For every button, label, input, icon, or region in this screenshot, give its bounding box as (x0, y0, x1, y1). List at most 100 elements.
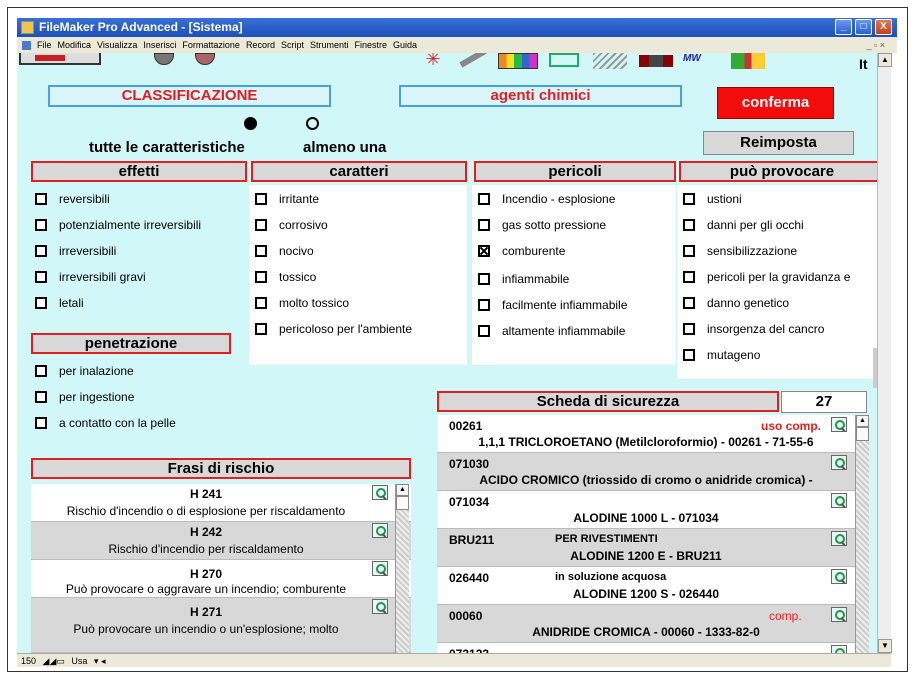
list-icon[interactable] (549, 53, 579, 67)
checkbox[interactable] (35, 297, 47, 309)
checkbox[interactable] (35, 365, 47, 377)
zoom-controls-icon[interactable]: ◢◢▭ (43, 656, 65, 666)
checkbox[interactable] (35, 417, 47, 429)
checkbox[interactable] (255, 297, 267, 309)
chk-infiammabile[interactable]: infiammabile (478, 269, 674, 289)
window-vertical-scrollbar[interactable]: ▲ ▼ (877, 53, 892, 653)
chk-irreversibili-gravi[interactable]: irreversibili gravi (35, 267, 245, 287)
explosion-icon[interactable]: ✳ (422, 53, 444, 69)
checkbox[interactable] (255, 271, 267, 283)
menu-finestre[interactable]: Finestre (354, 40, 387, 50)
checkbox[interactable] (683, 349, 695, 361)
colors-icon[interactable] (498, 53, 538, 69)
magnifier-icon[interactable] (372, 485, 388, 500)
bars-icon[interactable] (639, 55, 673, 67)
scheda-row[interactable]: 00060 comp. ANIDRIDE CROMICA - 00060 - 1… (437, 605, 855, 643)
magnifier-icon[interactable] (372, 523, 388, 538)
reimposta-button[interactable]: Reimposta (703, 131, 854, 155)
radio-almeno[interactable] (306, 117, 319, 130)
back-arrow-button[interactable] (19, 53, 101, 65)
chk-altamente[interactable]: altamente infiammabile (478, 321, 674, 341)
checkbox[interactable] (255, 323, 267, 335)
checkbox[interactable] (683, 323, 695, 335)
checkbox[interactable] (35, 245, 47, 257)
menu-modifica[interactable]: Modifica (58, 40, 92, 50)
checkbox[interactable] (478, 219, 490, 231)
checkbox[interactable] (478, 299, 490, 311)
menu-guida[interactable]: Guida (393, 40, 417, 50)
frasi-row[interactable]: H 270 Può provocare o aggravare un incen… (31, 560, 411, 598)
chk-genetico[interactable]: danno genetico (683, 293, 877, 313)
scroll-track[interactable] (856, 441, 869, 653)
conferma-button[interactable]: conferma (717, 87, 834, 119)
tool-icon[interactable] (459, 53, 487, 68)
scroll-up-arrow[interactable]: ▲ (878, 53, 892, 67)
chk-irreversibili[interactable]: irreversibili (35, 241, 245, 261)
chk-mutageno[interactable]: mutageno (683, 345, 877, 365)
chk-inalazione[interactable]: per inalazione (35, 361, 245, 381)
scroll-down-arrow[interactable]: ▼ (878, 639, 892, 653)
magnifier-icon[interactable] (831, 455, 847, 470)
chk-letali[interactable]: letali (35, 293, 245, 313)
maximize-button[interactable]: □ (855, 19, 872, 35)
checkbox[interactable] (683, 245, 695, 257)
checkbox[interactable] (683, 219, 695, 231)
menu-file[interactable]: File (37, 40, 52, 50)
scheda-row[interactable]: 026440 in soluzione acquosa ALODINE 1200… (437, 567, 855, 605)
scroll-thumb[interactable] (396, 496, 409, 510)
chk-nocivo[interactable]: nocivo (255, 241, 465, 261)
chk-reversibili[interactable]: reversibili (35, 189, 245, 209)
scroll-track[interactable] (396, 510, 409, 653)
menu-formattazione[interactable]: Formattazione (182, 40, 240, 50)
magnifier-icon[interactable] (831, 531, 847, 546)
frasi-row[interactable]: H 241 Rischio d'incendio o di esplosione… (31, 484, 411, 522)
mode-dropdown-icon[interactable]: ▾ ◂ (94, 656, 106, 666)
chk-ustioni[interactable]: ustioni (683, 189, 877, 209)
chk-sensibilizzazione[interactable]: sensibilizzazione (683, 241, 877, 261)
chk-incendio[interactable]: Incendio - esplosione (478, 189, 674, 209)
checkbox[interactable] (683, 271, 695, 283)
nav-circle-icon[interactable] (195, 53, 215, 65)
checkbox[interactable] (255, 219, 267, 231)
frasi-scrollbar[interactable]: ▲ (395, 484, 409, 653)
chk-potenzialmente[interactable]: potenzialmente irreversibili (35, 215, 245, 235)
scheda-row[interactable]: 00261 uso comp. 1,1,1 TRICLOROETANO (Met… (437, 415, 855, 453)
chk-cancro[interactable]: insorgenza del cancro (683, 319, 877, 339)
magnifier-icon[interactable] (831, 645, 847, 653)
checkbox[interactable] (35, 193, 47, 205)
chk-irritante[interactable]: irritante (255, 189, 465, 209)
mdi-window-controls[interactable]: _ ▫ × (867, 37, 885, 53)
checkbox[interactable] (255, 193, 267, 205)
checkbox[interactable] (35, 391, 47, 403)
close-button[interactable]: X (875, 19, 892, 35)
mode-select[interactable]: Usa (71, 656, 87, 666)
chk-comburente[interactable]: comburente (478, 241, 674, 261)
checkbox[interactable] (35, 219, 47, 231)
flag-icon[interactable] (731, 53, 765, 69)
scroll-up-arrow[interactable]: ▲ (856, 415, 869, 427)
scroll-up-arrow[interactable]: ▲ (396, 484, 409, 496)
magnifier-icon[interactable] (372, 561, 388, 576)
menu-script[interactable]: Script (281, 40, 304, 50)
scheda-row[interactable]: 073123 (437, 643, 855, 653)
menu-strumenti[interactable]: Strumenti (310, 40, 349, 50)
scheda-row[interactable]: BRU211 PER RIVESTIMENTI ALODINE 1200 E -… (437, 529, 855, 567)
chk-pelle[interactable]: a contatto con la pelle (35, 413, 245, 433)
agenti-chimici-field[interactable]: agenti chimici (399, 85, 682, 107)
mw-logo-icon[interactable]: MW (683, 53, 723, 69)
chk-occhi[interactable]: danni per gli occhi (683, 215, 877, 235)
chk-gravidanza[interactable]: pericoli per la gravidanza e (683, 267, 877, 287)
chk-tossico[interactable]: tossico (255, 267, 465, 287)
scheda-scrollbar[interactable]: ▲ (855, 415, 869, 653)
minimize-button[interactable]: _ (835, 19, 852, 35)
magnifier-icon[interactable] (831, 569, 847, 584)
magnifier-icon[interactable] (372, 599, 388, 614)
checkbox[interactable] (478, 325, 490, 337)
chk-corrosivo[interactable]: corrosivo (255, 215, 465, 235)
nav-circle-icon[interactable] (154, 53, 174, 65)
scroll-thumb[interactable] (856, 427, 869, 441)
scheda-row[interactable]: 071030 ACIDO CROMICO (triossido di cromo… (437, 453, 855, 491)
radio-tutte[interactable] (244, 117, 257, 130)
magnifier-icon[interactable] (831, 607, 847, 622)
magnifier-icon[interactable] (831, 417, 847, 432)
